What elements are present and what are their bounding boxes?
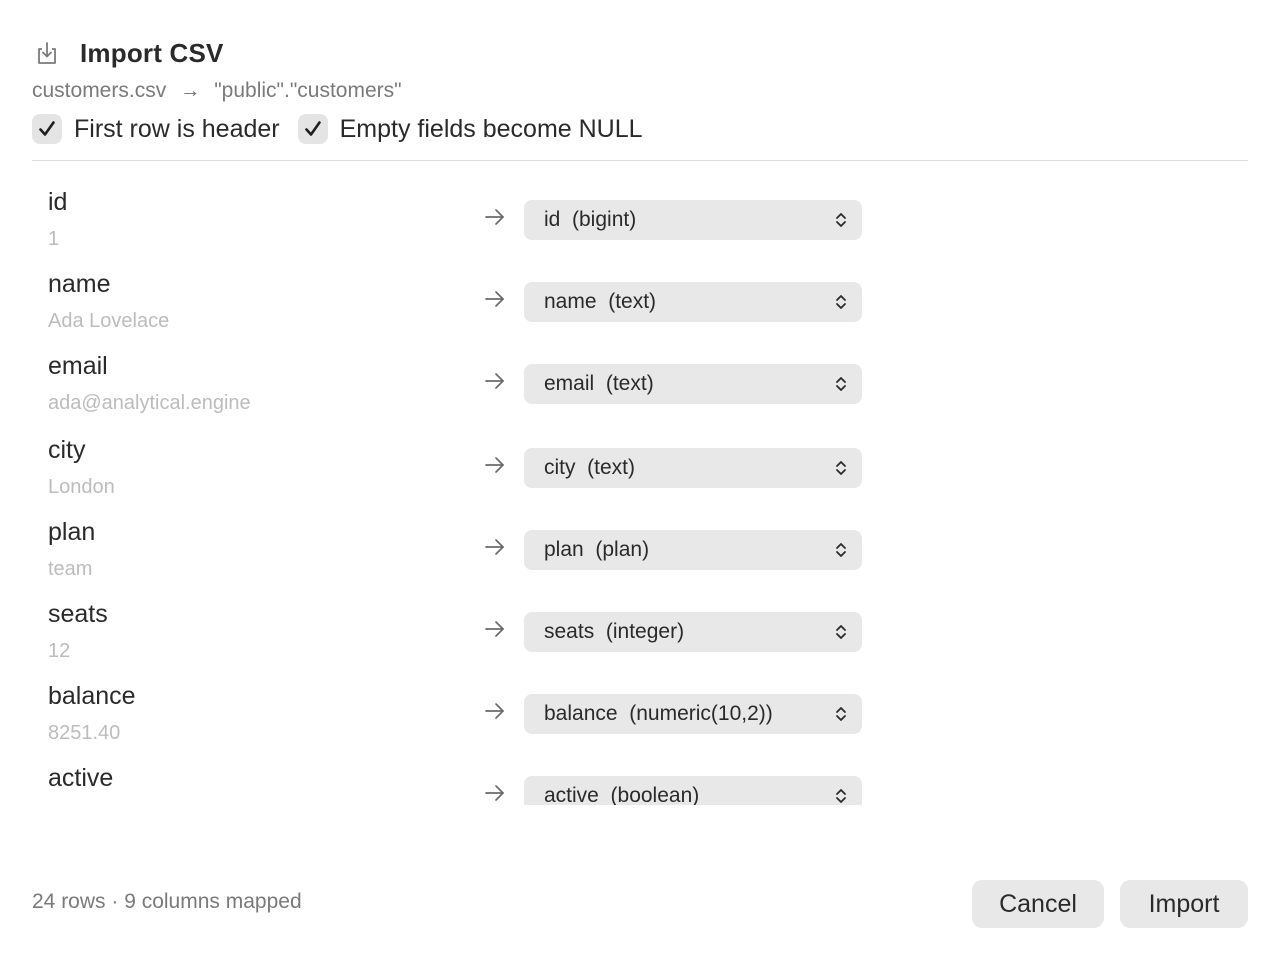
- chevron-up-down-icon: [836, 213, 846, 227]
- chevron-up-down-icon: [836, 377, 846, 391]
- import-button[interactable]: Import: [1120, 880, 1248, 928]
- target-column-select[interactable]: id (bigint): [524, 200, 862, 240]
- csv-sample-value: London: [48, 476, 115, 498]
- dialog-header: Import CSV: [32, 36, 224, 70]
- arrow-right-icon: [485, 539, 504, 555]
- arrow-right-icon: →: [180, 79, 201, 102]
- select-value: plan (plan): [544, 538, 650, 561]
- target-table-name: "public"."customers": [214, 79, 402, 102]
- select-value: balance (numeric(10,2)): [544, 702, 773, 725]
- csv-column-name: active: [48, 764, 114, 792]
- chevron-up-down-icon: [836, 789, 846, 803]
- dialog-title: Import CSV: [80, 37, 224, 68]
- arrow-right-icon: [485, 621, 504, 637]
- first-row-header-option[interactable]: First row is header: [32, 114, 280, 144]
- select-value: name (text): [544, 290, 657, 313]
- empty-as-null-checkbox[interactable]: [297, 114, 328, 144]
- import-tray-icon: [32, 38, 62, 68]
- import-options: First row is header Empty fields become …: [32, 112, 661, 146]
- first-row-header-label: First row is header: [74, 114, 280, 143]
- csv-column-name: balance: [48, 682, 136, 710]
- arrow-right-icon: [485, 457, 504, 473]
- target-column-select[interactable]: email (text): [524, 364, 862, 404]
- target-column-select[interactable]: city (text): [524, 448, 862, 488]
- chevron-up-down-icon: [836, 625, 846, 639]
- mapping-row-email: email ada@analytical.engine email (text): [32, 344, 932, 428]
- csv-sample-value: 12: [48, 640, 71, 662]
- csv-sample-value: ada@analytical.engine: [48, 392, 251, 414]
- select-value: email (text): [544, 372, 654, 395]
- import-csv-dialog: Import CSV customers.csv → "public"."cus…: [0, 0, 1280, 960]
- mapping-row-active: active active (boolean): [32, 756, 932, 805]
- chevron-up-down-icon: [836, 707, 846, 721]
- select-value: seats (integer): [544, 620, 685, 643]
- checkmark-icon: [39, 121, 55, 136]
- chevron-up-down-icon: [836, 461, 846, 475]
- empty-as-null-option[interactable]: Empty fields become NULL: [297, 114, 643, 144]
- checkmark-icon: [304, 121, 321, 136]
- import-source-target: customers.csv → "public"."customers": [32, 77, 402, 105]
- cancel-button[interactable]: Cancel: [972, 880, 1104, 928]
- mapping-row-city: city London city (text): [32, 428, 932, 510]
- arrow-right-icon: [485, 785, 504, 801]
- csv-sample-value: 1: [48, 228, 60, 250]
- import-summary-status: 24 rows · 9 columns mapped: [32, 890, 302, 913]
- csv-column-name: seats: [48, 600, 108, 628]
- csv-sample-value: team: [48, 558, 93, 580]
- csv-column-name: plan: [48, 518, 96, 546]
- header-divider: [32, 160, 1248, 161]
- mapping-row-balance: balance 8251.40 balance (numeric(10,2)): [32, 674, 932, 756]
- arrow-right-icon: [485, 373, 504, 389]
- csv-column-name: name: [48, 270, 111, 298]
- empty-as-null-label: Empty fields become NULL: [339, 114, 643, 143]
- mapping-row-plan: plan team plan (plan): [32, 510, 932, 592]
- first-row-header-checkbox[interactable]: [32, 114, 62, 144]
- arrow-right-icon: [485, 291, 504, 307]
- arrow-right-icon: [485, 703, 504, 719]
- csv-sample-value: Ada Lovelace: [48, 310, 170, 332]
- csv-column-name: id: [48, 188, 68, 216]
- mapping-row-seats: seats 12 seats (integer): [32, 592, 932, 674]
- column-mapping-list[interactable]: id 1 id (bigint) name Ada Lovelace name …: [32, 180, 932, 805]
- csv-column-name: email: [48, 352, 108, 380]
- target-column-select[interactable]: plan (plan): [524, 530, 862, 570]
- select-value: id (bigint): [544, 208, 637, 231]
- source-file-name: customers.csv: [32, 79, 167, 102]
- csv-column-name: city: [48, 436, 86, 464]
- chevron-up-down-icon: [836, 295, 846, 309]
- target-column-select[interactable]: balance (numeric(10,2)): [524, 694, 862, 734]
- target-column-select[interactable]: active (boolean): [524, 776, 862, 805]
- mapping-row-id: id 1 id (bigint): [32, 180, 932, 262]
- arrow-right-icon: [485, 209, 504, 225]
- target-column-select[interactable]: name (text): [524, 282, 862, 322]
- mapping-row-name: name Ada Lovelace name (text): [32, 262, 932, 344]
- target-column-select[interactable]: seats (integer): [524, 612, 862, 652]
- select-value: active (boolean): [544, 784, 700, 805]
- csv-sample-value: 8251.40: [48, 722, 121, 744]
- chevron-up-down-icon: [836, 543, 846, 557]
- select-value: city (text): [544, 456, 636, 479]
